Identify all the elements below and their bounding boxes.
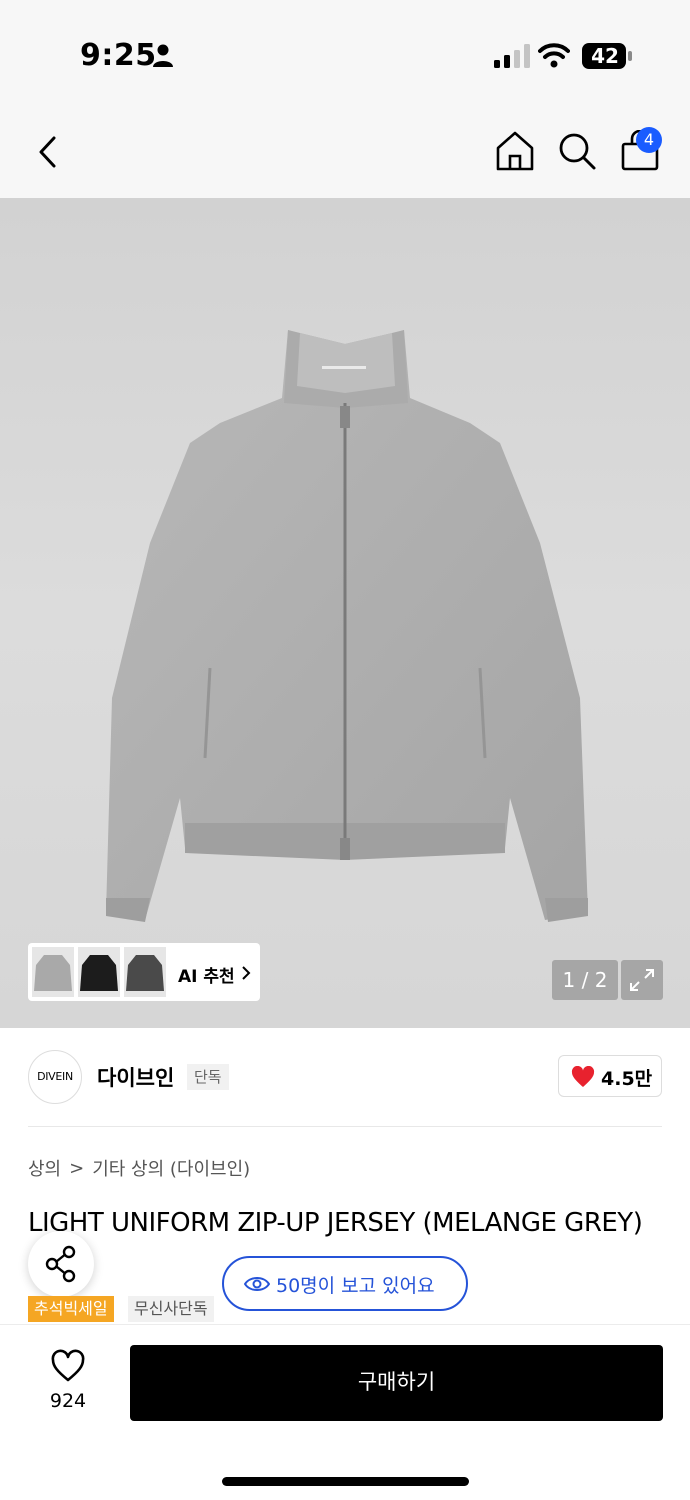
cart-count-badge: 4 [636, 127, 662, 153]
musinsa-exclusive-tag: 무신사단독 [128, 1296, 214, 1322]
buy-button[interactable]: 구매하기 [130, 1345, 663, 1421]
home-icon[interactable] [495, 130, 535, 172]
eye-icon [244, 1277, 270, 1291]
thumbnail-black-jacket[interactable] [78, 947, 120, 997]
brand-like-count: 4.5만 [601, 1068, 653, 1090]
breadcrumb-separator: > [69, 1157, 85, 1179]
thumbnail-charcoal-jacket[interactable] [124, 947, 166, 997]
breadcrumb-level2[interactable]: 기타 상의 (다이브인) [92, 1155, 250, 1181]
exclusive-tag: 단독 [187, 1064, 229, 1090]
divider [28, 1126, 662, 1127]
share-icon [45, 1245, 76, 1283]
brand-like-button[interactable]: 4.5만 [558, 1055, 662, 1097]
viewers-text: 50명이 보고 있어요 [276, 1275, 435, 1297]
product-image[interactable] [0, 198, 690, 1028]
ai-recommend-label[interactable]: AI 추천 [178, 962, 235, 987]
expand-icon [630, 969, 654, 991]
back-arrow-icon[interactable] [32, 134, 66, 170]
product-title: LIGHT UNIFORM ZIP-UP JERSEY (MELANGE GRE… [28, 1208, 643, 1238]
cellular-signal-icon [494, 44, 530, 68]
heart-filled-icon [571, 1066, 595, 1087]
wifi-icon [538, 43, 570, 68]
viewers-count-pill: 50명이 보고 있어요 [222, 1256, 468, 1311]
expand-image-button[interactable] [621, 960, 663, 1000]
top-nav-bar [0, 110, 690, 198]
sale-tag: 추석빅세일 [28, 1296, 114, 1322]
brand-name[interactable]: 다이브인 [97, 1062, 174, 1092]
search-icon[interactable] [557, 130, 597, 172]
chevron-right-icon [242, 966, 251, 980]
home-indicator[interactable] [222, 1477, 469, 1486]
jacket-illustration [106, 330, 588, 922]
breadcrumb-level1[interactable]: 상의 [28, 1155, 61, 1181]
battery-level: 42 [591, 44, 619, 68]
breadcrumb: 상의 > 기타 상의 (다이브인) [28, 1155, 250, 1181]
wishlist-count: 924 [49, 1390, 87, 1412]
image-page-indicator: 1 / 2 [552, 960, 618, 1000]
share-button[interactable] [28, 1231, 94, 1297]
brand-logo[interactable]: DIVEIN [28, 1050, 82, 1104]
thumbnail-grey-jacket[interactable] [32, 947, 74, 997]
status-bar: 9:25 42 [0, 0, 690, 110]
status-time: 9:25 [80, 38, 157, 73]
heart-outline-icon[interactable] [50, 1349, 86, 1383]
person-icon [153, 44, 173, 67]
